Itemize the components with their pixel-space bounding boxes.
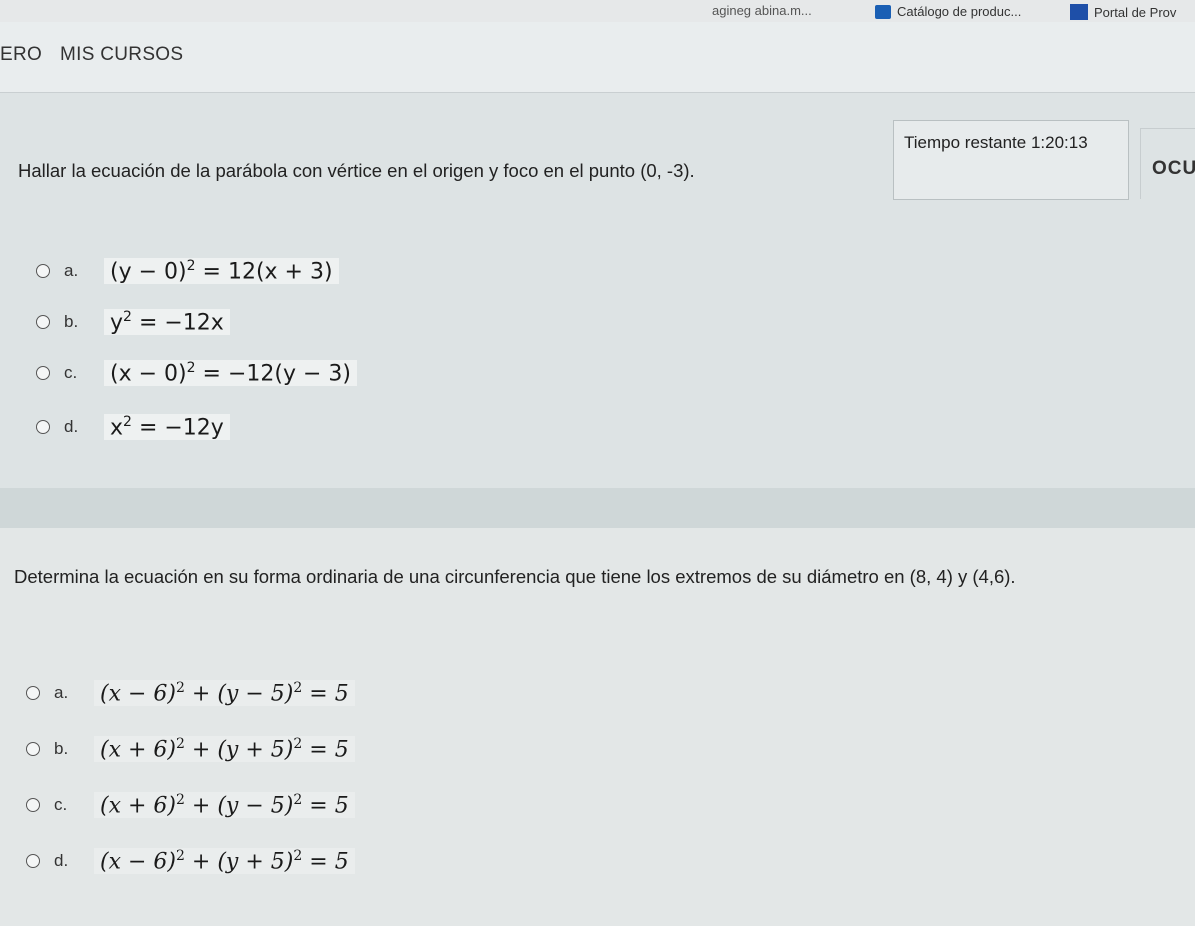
- formula-part: y: [110, 310, 124, 336]
- radio-button[interactable]: [36, 315, 50, 330]
- q1-option-b[interactable]: b. y2 = −12x: [36, 309, 230, 336]
- radio-button[interactable]: [36, 264, 50, 279]
- radio-button[interactable]: [36, 420, 50, 435]
- q2-option-a[interactable]: a. (x − 6)2 + (y − 5)2 = 5: [26, 680, 355, 707]
- option-formula: (x + 6)2 + (y + 5)2 = 5: [94, 736, 355, 763]
- radio-button[interactable]: [36, 366, 50, 381]
- q2-option-d[interactable]: d. (x − 6)2 + (y + 5)2 = 5: [26, 848, 355, 875]
- radio-button[interactable]: [26, 798, 40, 813]
- top-navbar: ERO MIS CURSOS: [0, 22, 1195, 93]
- bookmarks-bar: agineg abina.m... Catálogo de produc... …: [0, 0, 1195, 22]
- formula-part: + (y − 5): [184, 793, 294, 819]
- bookmark-partial[interactable]: agineg abina.m...: [712, 3, 812, 18]
- formula-part: (y − 0): [110, 259, 187, 285]
- option-formula: (y − 0)2 = 12(x + 3): [104, 258, 339, 285]
- formula-part: + (y + 5): [184, 737, 294, 763]
- formula-part: (x + 6): [100, 793, 176, 819]
- timer-text: Tiempo restante 1:20:13: [904, 133, 1088, 153]
- nav-item-partial[interactable]: ERO: [0, 44, 42, 66]
- formula-exponent: 2: [186, 360, 196, 376]
- option-letter: b.: [64, 312, 79, 332]
- option-letter: b.: [54, 739, 69, 759]
- radio-button[interactable]: [26, 686, 40, 701]
- option-formula: (x − 6)2 + (y + 5)2 = 5: [94, 848, 355, 875]
- q1-option-d[interactable]: d. x2 = −12y: [36, 414, 230, 441]
- bookmark-catalogo-label: Catálogo de produc...: [897, 4, 1022, 19]
- formula-part: (x − 6): [100, 849, 176, 875]
- formula-part: = −12(y − 3): [195, 361, 351, 387]
- bookmark-icon: [1070, 4, 1088, 20]
- side-panel-label: OCU: [1152, 158, 1195, 179]
- option-formula: (x − 6)2 + (y − 5)2 = 5: [94, 680, 355, 707]
- option-formula: y2 = −12x: [104, 309, 230, 336]
- bookmark-portal-label: Portal de Prov: [1094, 4, 1177, 20]
- formula-part: = 5: [302, 793, 349, 819]
- formula-part: = 5: [302, 737, 349, 763]
- question-2-text: Determina la ecuación en su forma ordina…: [14, 566, 1016, 587]
- timer-label: Tiempo restante: [904, 133, 1027, 152]
- option-formula: (x − 0)2 = −12(y − 3): [104, 360, 357, 387]
- formula-part: = −12x: [131, 310, 224, 336]
- option-letter: d.: [54, 851, 69, 871]
- option-letter: a.: [64, 261, 79, 281]
- option-letter: c.: [54, 795, 68, 815]
- formula-part: + (y + 5): [184, 849, 294, 875]
- q1-option-c[interactable]: c. (x − 0)2 = −12(y − 3): [36, 360, 357, 387]
- bookmark-icon: [875, 4, 891, 19]
- option-formula: (x + 6)2 + (y − 5)2 = 5: [94, 792, 355, 819]
- formula-exponent: 2: [293, 680, 303, 696]
- bookmark-partial-label: agineg abina.m...: [712, 3, 812, 18]
- bookmark-portal[interactable]: Portal de Prov: [1070, 4, 1176, 20]
- formula-part: (x − 6): [100, 681, 176, 707]
- formula-part: = 5: [302, 849, 349, 875]
- radio-button[interactable]: [26, 742, 40, 757]
- formula-exponent: 2: [176, 792, 185, 808]
- q2-option-c[interactable]: c. (x + 6)2 + (y − 5)2 = 5: [26, 792, 355, 819]
- question-1-text: Hallar la ecuación de la parábola con vé…: [18, 160, 695, 181]
- formula-exponent: 2: [123, 309, 132, 325]
- timer-box: Tiempo restante 1:20:13: [893, 120, 1129, 200]
- formula-exponent: 2: [293, 736, 303, 752]
- formula-part: (x − 0): [110, 361, 187, 387]
- q2-option-b[interactable]: b. (x + 6)2 + (y + 5)2 = 5: [26, 736, 355, 763]
- option-letter: c.: [64, 363, 78, 383]
- q1-option-a[interactable]: a. (y − 0)2 = 12(x + 3): [36, 258, 339, 285]
- formula-part: = 12(x + 3): [195, 259, 333, 285]
- option-letter: d.: [64, 417, 79, 437]
- formula-part: (x + 6): [100, 737, 176, 763]
- formula-exponent: 2: [176, 848, 185, 864]
- formula-exponent: 2: [293, 792, 303, 808]
- formula-exponent: 2: [293, 848, 303, 864]
- formula-exponent: 2: [186, 258, 196, 274]
- formula-part: = 5: [302, 681, 349, 707]
- radio-button[interactable]: [26, 854, 40, 869]
- option-letter: a.: [54, 683, 69, 703]
- formula-exponent: 2: [123, 414, 132, 430]
- option-formula: x2 = −12y: [104, 414, 230, 441]
- bookmark-catalogo[interactable]: Catálogo de produc...: [875, 4, 1021, 19]
- formula-part: + (y − 5): [184, 681, 294, 707]
- nav-item-mis-cursos[interactable]: MIS CURSOS: [60, 44, 183, 66]
- formula-part: x: [110, 415, 124, 441]
- timer-value: 1:20:13: [1030, 133, 1088, 152]
- formula-exponent: 2: [176, 736, 185, 752]
- question-separator: [0, 488, 1195, 528]
- formula-exponent: 2: [176, 680, 185, 696]
- formula-part: = −12y: [131, 415, 224, 441]
